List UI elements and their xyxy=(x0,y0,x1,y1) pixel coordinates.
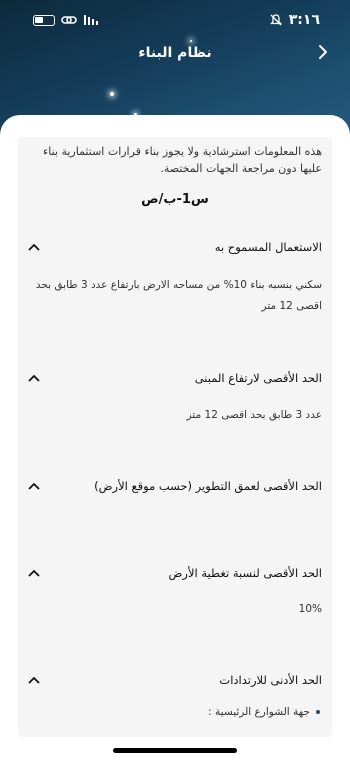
chevron-up-icon[interactable] xyxy=(28,239,40,255)
section-header[interactable]: الحد الأقصى لارتفاع المبنى xyxy=(18,368,332,388)
section-title: الحد الأقصى لنسبة تغطية الأرض xyxy=(168,566,323,580)
list-item: جهة الشوارع الرئيسية : xyxy=(18,706,332,718)
section-coverage: الحد الأقصى لنسبة تغطية الأرض 10% xyxy=(18,563,332,620)
section-title: الحد الأقصى لارتفاع المبنى xyxy=(194,371,322,385)
zoning-code: س1-ب/ص xyxy=(141,192,209,207)
disclaimer-text: هذه المعلومات استرشادية ولا يجوز بناء قر… xyxy=(43,145,322,175)
page-title: نظام البناء xyxy=(138,45,212,61)
bullet-text: جهة الشوارع الرئيسية : xyxy=(208,706,310,718)
back-button[interactable] xyxy=(318,44,328,65)
section-permitted-use: الاستعمال المسموح به سكني بنسبه بناء 10%… xyxy=(18,237,332,317)
section-max-height: الحد الأقصى لارتفاع المبنى عدد 3 طابق بح… xyxy=(18,368,332,426)
section-header[interactable]: الحد الأقصى لنسبة تغطية الأرض xyxy=(18,563,332,583)
battery-icon xyxy=(33,14,55,26)
chevron-up-icon[interactable] xyxy=(28,370,40,386)
section-max-depth: الحد الأقصى لعمق التطوير (حسب موقع الأرض… xyxy=(18,476,332,496)
mute-icon xyxy=(269,14,282,26)
status-bar: ٣:١٦ xyxy=(0,12,350,34)
building-system-card: هذه المعلومات استرشادية ولا يجوز بناء قر… xyxy=(18,137,332,737)
section-body: 10% xyxy=(298,603,322,615)
section-title: الاستعمال المسموح به xyxy=(214,240,322,254)
signal-icon xyxy=(84,15,98,25)
section-header[interactable]: الحد الأقصى لعمق التطوير (حسب موقع الأرض… xyxy=(18,476,332,496)
section-setbacks: الحد الأدنى للارتدادات جهة الشوارع الرئي… xyxy=(18,670,332,718)
bullet-icon xyxy=(316,710,320,714)
link-icon xyxy=(61,16,77,24)
chevron-up-icon[interactable] xyxy=(28,672,40,688)
chevron-icon xyxy=(319,45,327,59)
home-indicator[interactable] xyxy=(113,748,237,753)
clock: ٣:١٦ xyxy=(288,12,320,28)
star-decoration xyxy=(110,92,114,96)
section-header[interactable]: الاستعمال المسموح به xyxy=(18,237,332,257)
star-decoration xyxy=(190,40,192,42)
section-header[interactable]: الحد الأدنى للارتدادات xyxy=(18,670,332,690)
chevron-up-icon[interactable] xyxy=(28,565,40,581)
section-body: سكني بنسبه بناء 10% من مساحه الارض بارتف… xyxy=(35,279,322,312)
section-title: الحد الأدنى للارتدادات xyxy=(219,673,322,687)
section-body: عدد 3 طابق بحد اقصى 12 متر xyxy=(186,409,322,421)
chevron-up-icon[interactable] xyxy=(28,478,40,494)
section-title: الحد الأقصى لعمق التطوير (حسب موقع الأرض… xyxy=(94,479,322,493)
